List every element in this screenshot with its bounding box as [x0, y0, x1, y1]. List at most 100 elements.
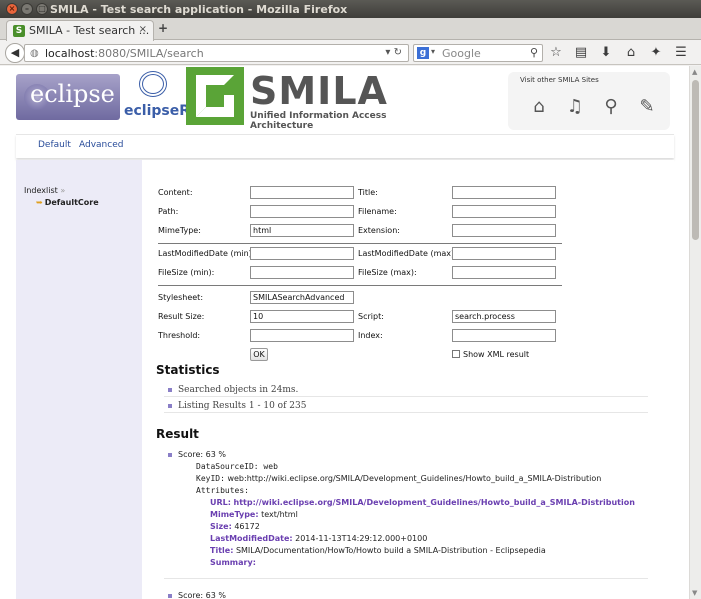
chevron-right-icon: »	[60, 186, 66, 195]
url-dropdown-reload-icons[interactable]: ▾ ↻	[385, 47, 402, 58]
size-attr-value: 46172	[234, 522, 260, 531]
eclipsert-logo[interactable]: eclipseRT	[123, 67, 199, 127]
sidebar-item-label: DefaultCore	[44, 198, 99, 207]
search-input[interactable]: g ▾ Google ⚲	[413, 44, 543, 62]
sidebar-item-defaultcore[interactable]: ➥ DefaultCore	[36, 198, 99, 207]
result-divider	[164, 578, 648, 579]
result-score: Score: 63 %	[168, 450, 226, 459]
result-size: Size: 46172	[210, 522, 260, 531]
result-size-input[interactable]	[250, 310, 354, 323]
addon-icon[interactable]: ✦	[648, 45, 664, 60]
result-size-label: Result Size:	[158, 312, 205, 321]
filesize-min-label: FileSize (min):	[158, 268, 215, 277]
extension-label: Extension:	[358, 226, 400, 235]
url-bar[interactable]: ◍ localhost:8080/SMILA/search ▾ ↻	[24, 44, 409, 62]
smila-logo-text: SMILA	[250, 69, 388, 113]
notepad-icon[interactable]: ✎	[636, 96, 658, 117]
search-icon[interactable]: ⚲	[530, 46, 538, 59]
lastmod-min-input[interactable]	[250, 247, 354, 260]
title-attr-label: Title:	[210, 546, 234, 555]
extension-input[interactable]	[452, 224, 556, 237]
navigation-toolbar: ◀ ◍ localhost:8080/SMILA/search ▾ ↻ g ▾ …	[0, 41, 701, 65]
menu-icon[interactable]: ☰	[673, 45, 689, 60]
scroll-down-icon[interactable]: ▼	[692, 589, 697, 597]
filesize-max-input[interactable]	[452, 266, 556, 279]
ok-button[interactable]: OK	[250, 348, 268, 361]
scrollbar-thumb[interactable]	[692, 80, 699, 240]
index-sidebar: Indexlist » ➥ DefaultCore	[16, 160, 142, 599]
eclipsert-swirl-icon	[139, 71, 167, 97]
bookmarks-list-icon[interactable]: ▤	[573, 45, 589, 60]
browser-tab[interactable]: S SMILA - Test search ... ×	[6, 20, 154, 41]
globe-icon: ◍	[30, 48, 39, 59]
google-icon[interactable]: g	[417, 47, 429, 59]
scroll-up-icon[interactable]: ▲	[692, 68, 697, 76]
stylesheet-input[interactable]	[250, 291, 354, 304]
content-input[interactable]	[250, 186, 354, 199]
back-button[interactable]: ◀	[5, 43, 25, 63]
stat-listing-text: Listing Results 1 - 10 of 235	[178, 401, 307, 411]
result-summary: Summary:	[210, 558, 256, 567]
summary-attr-label: Summary:	[210, 558, 256, 567]
window-minimize-button[interactable]: –	[21, 3, 33, 15]
magnifier-icon[interactable]: ⚲	[600, 96, 622, 117]
mimetype-input[interactable]	[250, 224, 354, 237]
keyid-value: web:http://wiki.eclipse.org/SMILA/Develo…	[227, 474, 602, 483]
filename-input[interactable]	[452, 205, 556, 218]
url-path: :8080/SMILA/search	[94, 47, 204, 60]
bullet-icon	[168, 593, 172, 598]
stat-listing: Listing Results 1 - 10 of 235	[168, 401, 306, 411]
page-scrollbar[interactable]: ▲ ▼	[689, 66, 701, 599]
result-keyid: KeyID: web:http://wiki.eclipse.org/SMILA…	[196, 474, 601, 483]
url-value[interactable]: http://wiki.eclipse.org/SMILA/Developmen…	[234, 498, 635, 507]
smila-logo[interactable]: SMILA Unified Information Access Archite…	[186, 67, 395, 131]
tab-advanced[interactable]: Advanced	[79, 140, 123, 150]
eclipse-logo-text: eclipse	[30, 80, 115, 108]
lastmod-max-input[interactable]	[452, 247, 556, 260]
tab-strip: S SMILA - Test search ... × +	[0, 18, 701, 41]
title-input[interactable]	[452, 186, 556, 199]
result-score-text: Score: 63 %	[178, 450, 226, 459]
script-input[interactable]	[452, 310, 556, 323]
bookmark-star-icon[interactable]: ☆	[548, 45, 564, 60]
folder-icon: ➥	[36, 198, 43, 207]
url-host: localhost	[45, 47, 95, 60]
filesize-min-input[interactable]	[250, 266, 354, 279]
window-controls: × – □	[6, 3, 48, 15]
advanced-search-form: Content: Title: Path: Filename: MimeType…	[142, 160, 674, 599]
result-attributes: Attributes:	[196, 486, 249, 495]
threshold-label: Threshold:	[158, 331, 201, 340]
microphone-icon[interactable]: ♫	[564, 96, 586, 117]
show-xml-checkbox[interactable]	[452, 350, 460, 358]
window-maximize-button[interactable]: □	[36, 3, 48, 15]
tab-title: SMILA - Test search ...	[29, 24, 150, 37]
stat-searched-text: Searched objects in 24ms.	[178, 385, 299, 395]
search-engine-dropdown-icon[interactable]: ▾	[431, 47, 435, 56]
download-icon[interactable]: ⬇	[598, 45, 614, 60]
result-title: Title: SMILA/Documentation/HowTo/Howto b…	[210, 546, 546, 555]
result-url: URL: http://wiki.eclipse.org/SMILA/Devel…	[210, 498, 635, 507]
result-datasource: DataSourceID: web	[196, 462, 278, 471]
filename-label: Filename:	[358, 207, 397, 216]
window-close-button[interactable]: ×	[6, 3, 18, 15]
home-icon[interactable]: ⌂	[623, 45, 639, 60]
filesize-max-label: FileSize (max):	[358, 268, 417, 277]
title-label: Title:	[358, 188, 378, 197]
index-input[interactable]	[452, 329, 556, 342]
new-tab-button[interactable]: +	[158, 21, 168, 35]
smila-tagline: Unified Information Access Architecture	[250, 111, 387, 131]
house-icon[interactable]: ⌂	[528, 96, 550, 117]
page-banner: eclipse eclipseRT SMILA Unified Informat…	[0, 66, 689, 131]
web-page: eclipse eclipseRT SMILA Unified Informat…	[0, 66, 689, 599]
other-sites-box: Visit other SMILA Sites ⌂ ♫ ⚲ ✎	[508, 72, 670, 130]
eclipse-logo[interactable]: eclipse	[16, 74, 120, 120]
bullet-icon	[168, 403, 172, 408]
search-mode-nav: Default Advanced	[16, 134, 674, 158]
mimetype-attr-label: MimeType:	[210, 510, 259, 519]
stat-divider	[164, 412, 648, 413]
threshold-input[interactable]	[250, 329, 354, 342]
tab-close-icon[interactable]: ×	[139, 24, 147, 35]
search-placeholder: Google	[442, 47, 481, 60]
tab-default[interactable]: Default	[38, 140, 71, 150]
path-input[interactable]	[250, 205, 354, 218]
